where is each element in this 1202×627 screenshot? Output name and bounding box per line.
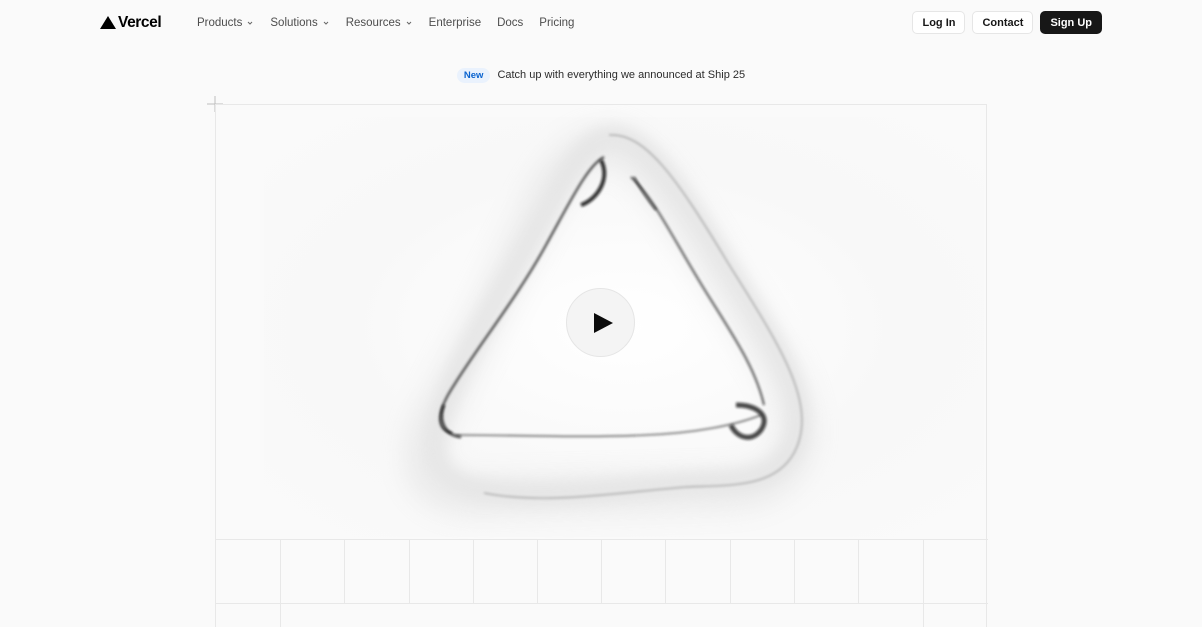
nav-item-enterprise[interactable]: Enterprise bbox=[421, 12, 489, 33]
header-actions: Log In Contact Sign Up bbox=[912, 11, 1102, 34]
chevron-down-icon bbox=[323, 21, 329, 25]
nav-item-solutions[interactable]: Solutions bbox=[262, 12, 337, 33]
grid-line bbox=[537, 539, 538, 603]
grid-line bbox=[216, 539, 988, 540]
announcement-banner[interactable]: New Catch up with everything we announce… bbox=[0, 66, 1202, 84]
grid-line bbox=[794, 539, 795, 603]
site-header: Vercel Products Solutions Resources Ente… bbox=[0, 0, 1202, 45]
new-badge: New bbox=[456, 67, 491, 83]
chevron-down-icon bbox=[248, 21, 253, 25]
nav-item-docs[interactable]: Docs bbox=[489, 12, 531, 33]
announcement-text: Catch up with everything we announced at… bbox=[497, 69, 746, 81]
decorative-grid bbox=[215, 539, 988, 627]
nav-item-label: Enterprise bbox=[428, 16, 482, 29]
contact-button[interactable]: Contact bbox=[972, 11, 1034, 34]
vercel-triangle-icon bbox=[100, 16, 116, 29]
grid-line bbox=[858, 539, 859, 603]
nav-item-pricing[interactable]: Pricing bbox=[531, 12, 582, 33]
nav-item-label: Pricing bbox=[539, 16, 575, 29]
nav-item-label: Solutions bbox=[270, 16, 318, 29]
grid-line bbox=[923, 539, 924, 627]
grid-line bbox=[730, 539, 731, 603]
grid-line bbox=[344, 539, 345, 603]
nav-item-products[interactable]: Products bbox=[189, 12, 262, 33]
nav-item-resources[interactable]: Resources bbox=[338, 12, 421, 33]
play-icon bbox=[593, 312, 613, 333]
vercel-logo[interactable]: Vercel bbox=[100, 12, 162, 33]
grid-line bbox=[216, 603, 988, 604]
signup-button[interactable]: Sign Up bbox=[1040, 11, 1102, 34]
nav-item-label: Docs bbox=[497, 16, 524, 29]
login-button[interactable]: Log In bbox=[912, 11, 966, 34]
grid-line bbox=[665, 539, 666, 603]
play-button[interactable] bbox=[566, 288, 635, 357]
grid-line bbox=[280, 539, 281, 627]
nav-item-label: Products bbox=[197, 16, 243, 29]
nav-item-label: Resources bbox=[345, 16, 401, 29]
chevron-down-icon bbox=[406, 21, 412, 25]
grid-line bbox=[473, 539, 474, 603]
brand-name: Vercel bbox=[118, 13, 162, 31]
main-nav: Products Solutions Resources Enterprise … bbox=[189, 12, 582, 33]
grid-line bbox=[409, 539, 410, 603]
grid-line bbox=[601, 539, 602, 603]
